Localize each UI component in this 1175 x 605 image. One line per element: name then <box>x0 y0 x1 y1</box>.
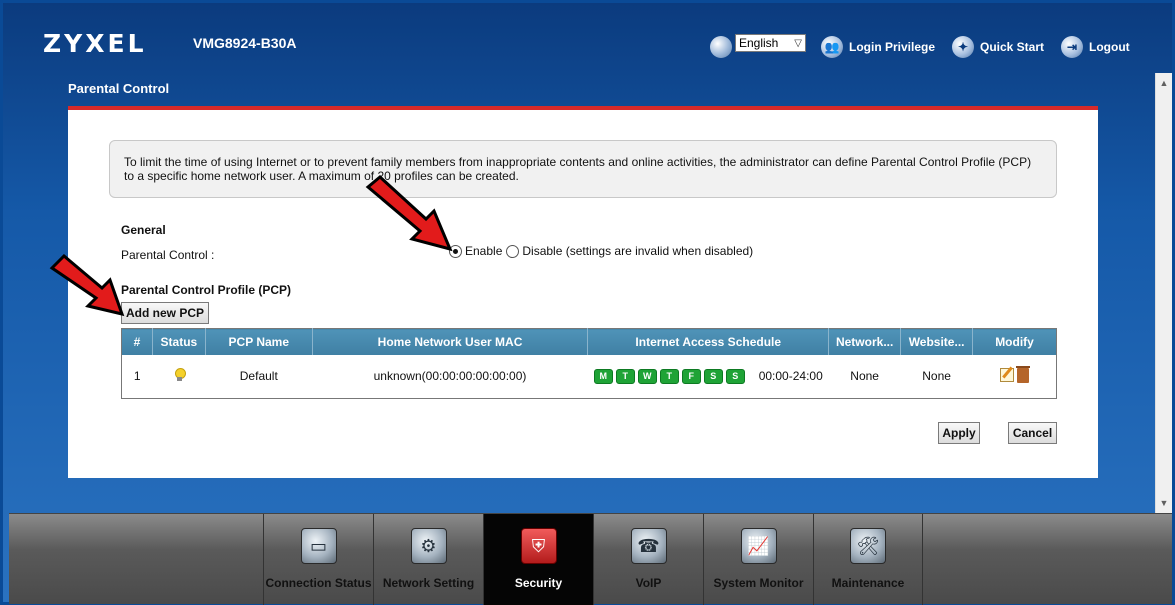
parental-control-radio-group: Enable Disable (settings are invalid whe… <box>449 244 755 258</box>
logout-icon: ⇥ <box>1061 36 1083 58</box>
day-badge: T <box>615 368 635 384</box>
col-header-network: Network... <box>828 328 902 355</box>
user-group-icon: 👥 <box>821 36 843 58</box>
col-header-status: Status <box>152 328 206 355</box>
day-badge: S <box>703 368 723 384</box>
monitor-icon: ▭ <box>300 528 337 564</box>
nav-label: Connection Status <box>265 576 372 590</box>
nav-label: System Monitor <box>713 576 804 590</box>
logout-link[interactable]: ⇥ Logout <box>1061 36 1130 58</box>
quick-start-link[interactable]: ✦ Quick Start <box>952 36 1044 58</box>
nav-system-monitor[interactable]: 📈 System Monitor <box>703 514 813 605</box>
quick-start-icon: ✦ <box>952 36 974 58</box>
nav-maintenance[interactable]: 🛠 Maintenance <box>813 514 923 605</box>
quick-start-label: Quick Start <box>980 40 1045 54</box>
row-mac: unknown(00:00:00:00:00:00) <box>373 369 527 384</box>
parental-control-label: Parental Control : <box>121 248 215 262</box>
browser-frame: ZYXEL VMG8924-B30A English ▽ 👥 Login Pri… <box>0 0 1175 605</box>
bottom-nav: ▭ Connection Status ⚙ Network Setting ⛨ … <box>9 513 1172 605</box>
nav-label: Maintenance <box>831 576 905 590</box>
annotation-arrow-icon <box>49 253 125 317</box>
globe-icon <box>710 36 732 58</box>
disable-label: Disable (settings are invalid when disab… <box>522 244 754 258</box>
row-num: 1 <box>133 369 141 384</box>
apply-button[interactable]: Apply <box>938 422 980 444</box>
schedule-time: 00:00-24:00 <box>758 369 823 384</box>
nav-voip[interactable]: ☎ VoIP <box>593 514 703 605</box>
col-header-pcp-name: PCP Name <box>205 328 313 355</box>
info-box: To limit the time of using Internet or t… <box>109 140 1057 198</box>
model-name: VMG8924-B30A <box>193 35 297 51</box>
enable-label: Enable <box>465 244 503 258</box>
pcp-heading: Parental Control Profile (PCP) <box>121 283 292 297</box>
delete-icon[interactable] <box>1015 365 1030 383</box>
day-badge: M <box>593 368 613 384</box>
add-new-pcp-button[interactable]: Add new PCP <box>121 302 209 324</box>
phone-icon: ☎ <box>630 528 667 564</box>
login-privilege-label: Login Privilege <box>849 40 936 54</box>
status-bulb-icon <box>174 367 186 382</box>
zyxel-logo: ZYXEL <box>43 29 147 58</box>
modify-actions <box>999 365 1030 383</box>
chevron-down-icon: ▽ <box>794 38 802 49</box>
schedule-days: M T W T F S S <box>593 368 745 384</box>
gear-icon: ⚙ <box>410 528 447 564</box>
nav-label: Security <box>514 576 563 590</box>
table-header-row: # Status PCP Name Home Network User MAC … <box>121 328 1057 355</box>
row-pcp-name: Default <box>239 369 278 384</box>
schedule-cell: M T W T F S S 00:00-24:00 <box>588 368 829 384</box>
day-badge: F <box>681 368 701 384</box>
logout-label: Logout <box>1089 40 1130 54</box>
nav-label: Network Setting <box>382 576 475 590</box>
edit-icon[interactable] <box>999 368 1014 382</box>
nav-security[interactable]: ⛨ Security <box>483 514 593 605</box>
cancel-button[interactable]: Cancel <box>1008 422 1057 444</box>
disable-radio[interactable] <box>506 244 520 258</box>
nav-label: VoIP <box>635 576 662 590</box>
page-title: Parental Control <box>68 81 170 96</box>
col-header-website: Website... <box>900 328 974 355</box>
nav-network-setting[interactable]: ⚙ Network Setting <box>373 514 483 605</box>
col-header-modify: Modify <box>972 328 1057 355</box>
vertical-scrollbar[interactable]: ▲ ▼ <box>1155 73 1172 513</box>
main-panel: To limit the time of using Internet or t… <box>49 106 1098 478</box>
table-row: 1 Default unknown(00:00:00:00:00:00) M T… <box>122 355 1057 399</box>
shield-icon: ⛨ <box>520 528 557 564</box>
day-badge: W <box>637 368 657 384</box>
day-badge: S <box>725 368 745 384</box>
login-privilege-link[interactable]: 👥 Login Privilege <box>821 36 935 58</box>
scroll-down-icon[interactable]: ▼ <box>1156 495 1172 511</box>
general-heading: General <box>121 223 166 237</box>
nav-connection-status[interactable]: ▭ Connection Status <box>263 514 373 605</box>
language-value: English <box>739 36 779 50</box>
scroll-up-icon[interactable]: ▲ <box>1156 75 1172 91</box>
col-header-mac: Home Network User MAC <box>312 328 589 355</box>
col-header-schedule: Internet Access Schedule <box>587 328 830 355</box>
tools-icon: 🛠 <box>850 528 886 564</box>
pcp-table: # Status PCP Name Home Network User MAC … <box>121 328 1057 399</box>
row-website: None <box>922 369 951 384</box>
row-network: None <box>850 369 879 384</box>
chart-monitor-icon: 📈 <box>740 528 777 564</box>
annotation-arrow-icon <box>365 175 453 252</box>
content-area: Parental Control To limit the time of us… <box>49 79 1098 478</box>
day-badge: T <box>659 368 679 384</box>
col-header-num: # <box>121 328 153 355</box>
language-select[interactable]: English ▽ <box>735 34 806 52</box>
header: ZYXEL VMG8924-B30A English ▽ 👥 Login Pri… <box>3 3 1172 73</box>
